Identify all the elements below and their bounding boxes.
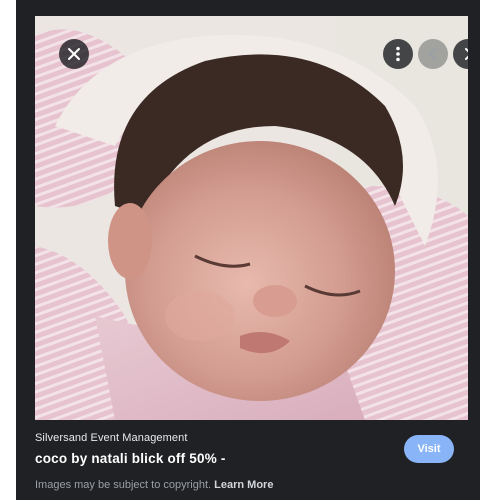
more-vert-icon	[396, 46, 400, 62]
close-button[interactable]	[59, 39, 89, 69]
chevron-right-icon	[465, 48, 468, 60]
image-viewer-panel: Silversand Event Management coco by nata…	[16, 0, 480, 500]
baby-photo	[35, 16, 468, 420]
copyright-text: Images may be subject to copyright.	[35, 479, 212, 491]
source-name[interactable]: Silversand Event Management	[35, 432, 188, 444]
close-icon	[68, 48, 80, 60]
result-info: Silversand Event Management coco by nata…	[35, 420, 468, 500]
copyright-notice: Images may be subject to copyright. Lear…	[35, 479, 273, 491]
result-title[interactable]: coco by natali blick off 50% -	[35, 451, 226, 466]
preview-image[interactable]	[35, 16, 468, 420]
more-options-button[interactable]	[383, 39, 413, 69]
chevron-left-icon	[429, 48, 436, 60]
learn-more-link[interactable]: Learn More	[214, 479, 273, 491]
previous-button[interactable]	[418, 39, 448, 69]
visit-button[interactable]: Visit	[404, 435, 454, 463]
